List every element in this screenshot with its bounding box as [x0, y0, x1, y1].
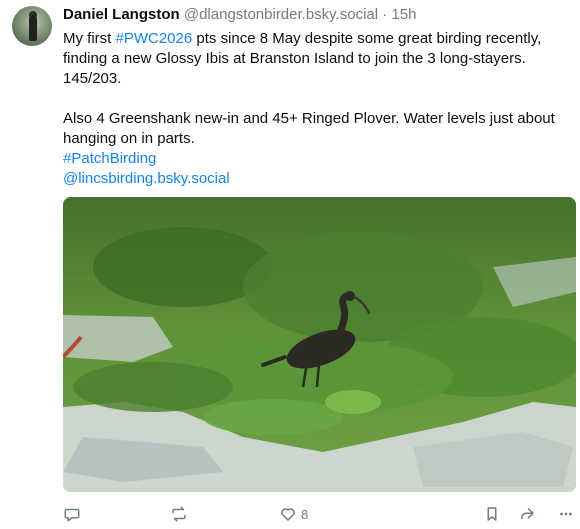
- avatar-figure: [29, 15, 37, 41]
- share-icon: [521, 508, 534, 520]
- post-text: My first #PWC2026 pts since 8 May despit…: [63, 29, 575, 189]
- hashtag-patchbirding-link[interactable]: #PatchBirding: [63, 150, 156, 167]
- author-handle[interactable]: @dlangstonbirder.bsky.social: [184, 6, 378, 23]
- like-count: 8: [301, 506, 309, 522]
- post-header: Daniel Langston @dlangstonbirder.bsky.so…: [63, 6, 416, 24]
- bookmark-icon: [487, 507, 497, 521]
- post-card[interactable]: Daniel Langston @dlangstonbirder.bsky.so…: [0, 0, 580, 529]
- share-button[interactable]: [518, 503, 536, 525]
- post-actions: 8: [63, 503, 575, 525]
- post-time[interactable]: 15h: [391, 6, 416, 23]
- more-options-button[interactable]: [557, 503, 575, 525]
- post-paragraph-1: My first #PWC2026 pts since 8 May despit…: [63, 29, 575, 89]
- post-image[interactable]: [63, 197, 576, 492]
- repost-icon: [172, 506, 186, 522]
- heart-icon: [281, 508, 295, 521]
- more-icon: [560, 512, 572, 516]
- reply-button[interactable]: [63, 503, 81, 525]
- bookmark-button[interactable]: [483, 503, 501, 525]
- separator-dot: ·: [382, 6, 388, 23]
- mention-link[interactable]: @lincsbirding.bsky.social: [63, 170, 230, 187]
- hashtag-pwc2026-link[interactable]: #PWC2026: [116, 30, 193, 47]
- avatar[interactable]: [12, 6, 52, 46]
- post-paragraph-2: Also 4 Greenshank new-in and 45+ Ringed …: [63, 110, 555, 147]
- reply-icon: [64, 508, 80, 522]
- like-button[interactable]: 8: [279, 503, 308, 525]
- glossy-ibis-photo: [63, 197, 576, 492]
- author-name[interactable]: Daniel Langston: [63, 6, 180, 23]
- repost-button[interactable]: [170, 503, 188, 525]
- paragraph-1-prefix: My first: [63, 30, 116, 47]
